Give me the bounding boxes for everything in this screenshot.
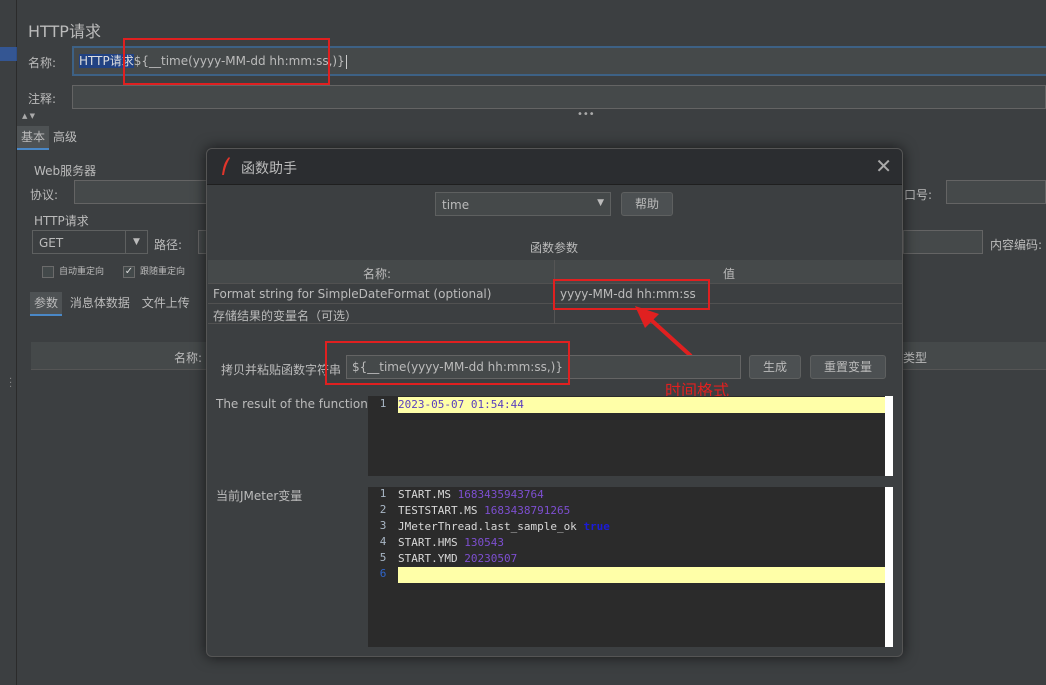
var-line: JMeterThread.last_sample_ok true [398, 520, 610, 533]
port-label: 口号: [904, 188, 933, 202]
function-select-value: time [442, 198, 470, 212]
tab-advanced[interactable]: 高级 [49, 126, 81, 148]
params-name-header: 名称: [363, 267, 392, 281]
tab-body-data[interactable]: 消息体数据 [66, 292, 134, 314]
port-input[interactable] [946, 180, 1046, 204]
page-title: HTTP请求 [28, 22, 101, 41]
http-request-title: HTTP请求 [34, 214, 89, 228]
tree-selection-marker [0, 47, 17, 61]
var-line: TESTSTART.MS 1683438791265 [398, 504, 571, 517]
close-icon[interactable]: ✕ [875, 154, 892, 178]
name-highlight-box [123, 38, 330, 85]
feather-icon [221, 157, 230, 175]
drag-handle-icon[interactable]: · · · [9, 375, 12, 393]
checkbox-icon [42, 265, 54, 278]
var-line: START.MS 1683435943764 [398, 488, 544, 501]
var-line-current [398, 567, 885, 583]
result-label: The result of the function is [216, 397, 382, 411]
result-editor[interactable]: 1 2023-05-07 01:54:44 [368, 396, 893, 476]
follow-redirect-label: 跟随重定向 [140, 267, 186, 277]
method-value: GET [39, 236, 64, 250]
checkbox-checked-icon: ✓ [123, 265, 135, 278]
comment-label: 注释: [28, 92, 57, 106]
dialog-title: 函数助手 [241, 161, 297, 177]
param-name-cell: Format string for SimpleDateFormat (opti… [213, 287, 492, 301]
annotation-arrow-icon [635, 306, 693, 358]
tab-parameters[interactable]: 参数 [30, 292, 63, 316]
chevron-down-icon: ▼ [597, 198, 604, 208]
comment-input[interactable] [72, 85, 1046, 109]
param-name-cell: 存储结果的变量名（可选） [213, 309, 358, 323]
function-string-highlight-box [325, 341, 570, 385]
param-type-header: 类型 [903, 351, 928, 365]
protocol-label: 协议: [30, 188, 59, 202]
reset-variables-button[interactable]: 重置变量 [810, 355, 886, 379]
generate-button[interactable]: 生成 [749, 355, 801, 379]
result-line: 2023-05-07 01:54:44 [398, 398, 524, 411]
follow-redirect-checkbox[interactable]: ✓ 跟随重定向 [123, 264, 185, 278]
path-input-right[interactable] [903, 230, 983, 254]
splitter-dots-icon[interactable]: ••• [577, 109, 595, 120]
web-server-title: Web服务器 [34, 164, 97, 178]
var-line: START.YMD 20230507 [398, 552, 518, 565]
help-button[interactable]: 帮助 [621, 192, 673, 216]
sub-tabs: 参数 消息体数据 文件上传 [30, 292, 194, 316]
function-helper-dialog: 函数助手 ✕ time ▼ 帮助 函数参数 名称: 值 Format strin… [206, 148, 903, 657]
var-line: START.HMS 130543 [398, 536, 504, 549]
copy-label: 拷贝并粘贴函数字符串 [221, 363, 342, 377]
auto-redirect-checkbox[interactable]: 自动重定向 [42, 264, 104, 278]
path-label: 路径: [154, 238, 183, 252]
vars-editor[interactable]: 1 START.MS 1683435943764 2 TESTSTART.MS … [368, 487, 893, 647]
collapse-arrows-icon[interactable]: ▲ ▼ [22, 112, 35, 120]
dialog-titlebar: 函数助手 ✕ [207, 149, 902, 185]
params-title: 函数参数 [530, 241, 579, 255]
tab-basic[interactable]: 基本 [17, 126, 50, 150]
auto-redirect-label: 自动重定向 [59, 267, 105, 277]
tab-file-upload[interactable]: 文件上传 [138, 292, 194, 314]
method-select[interactable]: GET ▼ [32, 230, 148, 254]
left-gutter: · · · [0, 0, 17, 685]
name-label: 名称: [28, 56, 57, 70]
function-select[interactable]: time ▼ [435, 192, 611, 216]
protocol-input[interactable] [74, 180, 214, 204]
vars-label: 当前JMeter变量 [216, 489, 303, 503]
param-name-header: 名称: [174, 351, 203, 365]
main-tabs: 基本 高级 [17, 126, 81, 150]
params-value-header: 值 [723, 267, 736, 281]
encoding-label: 内容编码: [990, 238, 1043, 252]
chevron-down-icon: ▼ [125, 231, 147, 253]
